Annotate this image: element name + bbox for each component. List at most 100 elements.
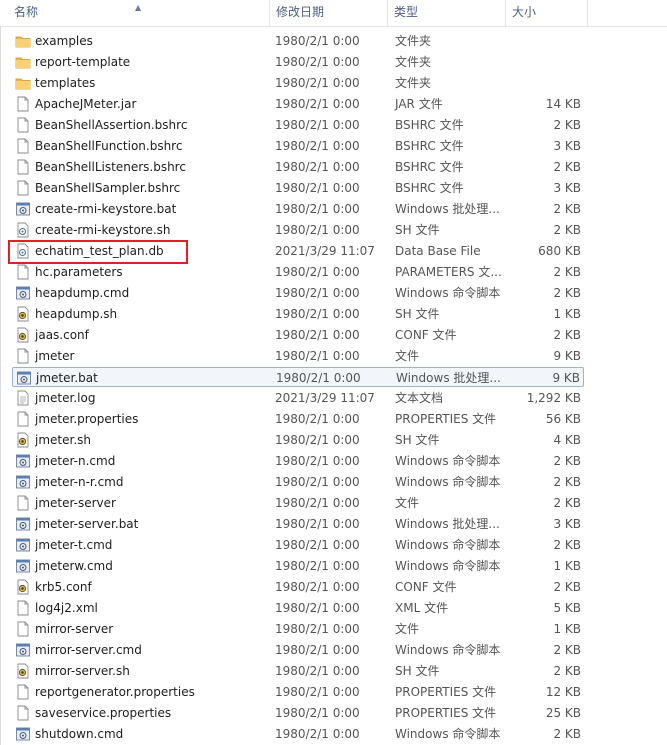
file-modified-date: 1980/2/1 0:00	[275, 706, 360, 720]
file-name: hc.parameters	[35, 265, 123, 279]
file-modified-date: 1980/2/1 0:00	[275, 265, 360, 279]
file-row[interactable]: templates 1980/2/1 0:00 文件夹	[12, 73, 584, 93]
file-row[interactable]: heapdump.cmd 1980/2/1 0:00 Windows 命令脚本 2 K…	[12, 283, 584, 303]
file-name: saveservice.properties	[35, 706, 172, 720]
file-name: mirror-server.sh	[35, 664, 130, 678]
file-row[interactable]: jmeter-server 1980/2/1 0:00 文件 2 KB	[12, 493, 584, 513]
file-icon	[15, 411, 31, 427]
file-name: heapdump.cmd	[35, 286, 130, 300]
file-row[interactable]: examples 1980/2/1 0:00 文件夹	[12, 31, 584, 51]
file-row[interactable]: create-rmi-keystore.bat 1980/2/1 0:00 Wind…	[12, 199, 584, 219]
file-row[interactable]: jmeter.properties 1980/2/1 0:00 PROPERTIES…	[12, 409, 584, 429]
column-header-type[interactable]: 类型	[388, 0, 506, 26]
file-type: CONF 文件	[395, 328, 457, 342]
file-row[interactable]: ApacheJMeter.jar 1980/2/1 0:00 JAR 文件 14 KB	[12, 94, 584, 114]
file-modified-date: 1980/2/1 0:00	[275, 664, 360, 678]
file-modified-date: 1980/2/1 0:00	[275, 412, 360, 426]
file-size: 56 KB	[545, 412, 581, 426]
file-row[interactable]: BeanShellFunction.bshrc 1980/2/1 0:00 BSHR…	[12, 136, 584, 156]
file-modified-date: 1980/2/1 0:00	[275, 349, 360, 363]
file-type: 文件	[395, 622, 420, 636]
file-type: BSHRC 文件	[395, 139, 464, 153]
file-size: 2 KB	[553, 475, 581, 489]
file-size: 9 KB	[552, 371, 580, 385]
file-row[interactable]: jmeter 1980/2/1 0:00 文件 9 KB	[12, 346, 584, 366]
file-name: mirror-server	[35, 622, 114, 636]
file-row[interactable]: jaas.conf 1980/2/1 0:00 CONF 文件 2 KB	[12, 325, 584, 345]
file-row[interactable]: hc.parameters 1980/2/1 0:00 PARAMETERS 文..…	[12, 262, 584, 282]
file-type: Windows 命令脚本	[395, 454, 501, 468]
file-row[interactable]: log4j2.xml 1980/2/1 0:00 XML 文件 5 KB	[12, 598, 584, 618]
column-header-name-label: 名称	[14, 5, 39, 19]
file-row[interactable]: mirror-server 1980/2/1 0:00 文件 1 KB	[12, 619, 584, 639]
file-row[interactable]: jmeter-n.cmd 1980/2/1 0:00 Windows 命令脚本 2 K…	[12, 451, 584, 471]
file-name: BeanShellSampler.bshrc	[35, 181, 181, 195]
file-type: Windows 批处理...	[395, 202, 500, 216]
file-row[interactable]: BeanShellListeners.bshrc 1980/2/1 0:00 BSH…	[12, 157, 584, 177]
file-row[interactable]: jmeter-server.bat 1980/2/1 0:00 Windows 批处…	[12, 514, 584, 534]
column-header-date-label: 修改日期	[276, 5, 325, 19]
file-row[interactable]: create-rmi-keystore.sh 1980/2/1 0:00 SH 文件…	[12, 220, 584, 240]
file-name: log4j2.xml	[35, 601, 98, 615]
file-row[interactable]: mirror-server.cmd 1980/2/1 0:00 Windows 命令…	[12, 640, 584, 660]
file-type: PROPERTIES 文件	[395, 685, 497, 699]
file-icon	[15, 621, 31, 637]
file-size: 1 KB	[553, 559, 581, 573]
file-type: BSHRC 文件	[395, 160, 464, 174]
column-header-date[interactable]: 修改日期	[270, 0, 388, 26]
file-modified-date: 1980/2/1 0:00	[275, 454, 360, 468]
file-size: 12 KB	[545, 685, 581, 699]
file-modified-date: 1980/2/1 0:00	[275, 538, 360, 552]
file-size: 2 KB	[553, 286, 581, 300]
file-row[interactable]: krb5.conf 1980/2/1 0:00 CONF 文件 2 KB	[12, 577, 584, 597]
file-size: 2 KB	[553, 202, 581, 216]
file-row[interactable]: jmeter.bat 1980/2/1 0:00 Windows 批处理... 9 K…	[12, 367, 584, 387]
file-name: examples	[35, 34, 93, 48]
file-type: 文件夹	[395, 76, 432, 90]
file-row[interactable]: reportgenerator.properties 1980/2/1 0:00 P…	[12, 682, 584, 702]
file-row[interactable]: jmeter-t.cmd 1980/2/1 0:00 Windows 命令脚本 2 K…	[12, 535, 584, 555]
file-name: BeanShellAssertion.bshrc	[35, 118, 188, 132]
column-header-name[interactable]: ▲ 名称	[8, 0, 270, 26]
file-modified-date: 1980/2/1 0:00	[275, 139, 360, 153]
column-header-size[interactable]: 大小	[506, 0, 588, 26]
batch-file-icon	[15, 474, 31, 490]
file-row[interactable]: saveservice.properties 1980/2/1 0:00 PROPE…	[12, 703, 584, 723]
file-icon	[15, 705, 31, 721]
file-size: 2 KB	[553, 496, 581, 510]
file-modified-date: 1980/2/1 0:00	[275, 475, 360, 489]
file-modified-date: 1980/2/1 0:00	[275, 118, 360, 132]
file-icon	[15, 180, 31, 196]
sh-file-icon	[15, 327, 31, 343]
file-size: 1 KB	[553, 307, 581, 321]
file-modified-date: 1980/2/1 0:00	[275, 202, 360, 216]
file-type: PROPERTIES 文件	[395, 412, 497, 426]
file-row[interactable]: report-template 1980/2/1 0:00 文件夹	[12, 52, 584, 72]
file-name: reportgenerator.properties	[35, 685, 195, 699]
file-row[interactable]: jmeterw.cmd 1980/2/1 0:00 Windows 命令脚本 1 KB	[12, 556, 584, 576]
file-modified-date: 1980/2/1 0:00	[275, 433, 360, 447]
file-row[interactable]: jmeter.sh 1980/2/1 0:00 SH 文件 4 KB	[12, 430, 584, 450]
file-row[interactable]: mirror-server.sh 1980/2/1 0:00 SH 文件 2 KB	[12, 661, 584, 681]
annotation-highlight-box	[8, 240, 188, 264]
file-type: BSHRC 文件	[395, 118, 464, 132]
file-type: 文件夹	[395, 55, 432, 69]
file-row[interactable]: BeanShellAssertion.bshrc 1980/2/1 0:00 BSH…	[12, 115, 584, 135]
file-type: Windows 命令脚本	[395, 286, 501, 300]
file-size: 1,292 KB	[526, 391, 581, 405]
file-size: 2 KB	[553, 223, 581, 237]
file-name: BeanShellListeners.bshrc	[35, 160, 186, 174]
file-type: PARAMETERS 文...	[395, 265, 502, 279]
column-header-bar: ▲ 名称 修改日期 类型 大小	[0, 0, 667, 27]
file-row[interactable]: jmeter-n-r.cmd 1980/2/1 0:00 Windows 命令脚本 2…	[12, 472, 584, 492]
file-modified-date: 1980/2/1 0:00	[275, 517, 360, 531]
file-row[interactable]: shutdown.cmd 1980/2/1 0:00 Windows 命令脚本 2 K…	[12, 724, 584, 744]
file-modified-date: 1980/2/1 0:00	[275, 55, 360, 69]
file-icon	[15, 159, 31, 175]
file-row[interactable]: BeanShellSampler.bshrc 1980/2/1 0:00 BSHRC…	[12, 178, 584, 198]
file-row[interactable]: heapdump.sh 1980/2/1 0:00 SH 文件 1 KB	[12, 304, 584, 324]
file-row[interactable]: jmeter.log 2021/3/29 11:07 文本文档 1,292 KB	[12, 388, 584, 408]
file-name: jmeter.sh	[35, 433, 91, 447]
file-modified-date: 1980/2/1 0:00	[275, 643, 360, 657]
column-header-type-label: 类型	[394, 5, 419, 19]
